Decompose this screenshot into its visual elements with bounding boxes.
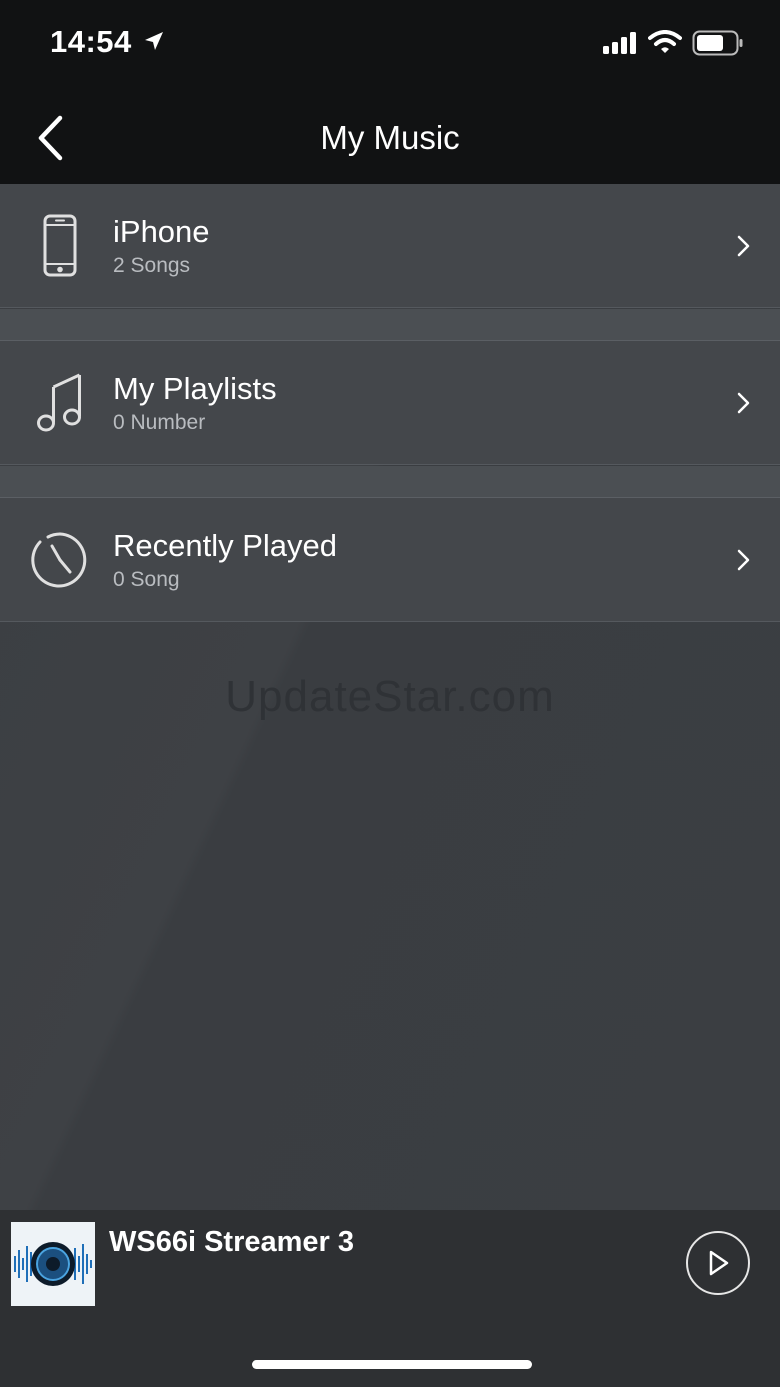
cellular-signal-icon — [603, 32, 636, 54]
album-art[interactable] — [11, 1222, 95, 1306]
location-arrow-icon — [145, 32, 163, 50]
list-item-recently-played[interactable]: Recently Played 0 Song — [0, 498, 780, 622]
play-icon — [709, 1250, 729, 1276]
music-note-icon — [37, 373, 81, 432]
list-item-subtitle: 0 Number — [113, 411, 206, 434]
section-divider — [0, 309, 780, 341]
watermark: UpdateStar.com — [225, 672, 555, 721]
speaker-artwork-icon — [11, 1222, 95, 1306]
music-source-list: iPhone 2 Songs My Playlists 0 Number Rec… — [0, 184, 780, 1210]
home-indicator[interactable] — [252, 1360, 532, 1369]
list-item-title: My Playlists — [113, 371, 277, 406]
chevron-right-icon — [737, 549, 750, 571]
clock-icon — [31, 532, 87, 588]
chevron-right-icon — [737, 392, 750, 414]
status-bar: 14:54 — [0, 0, 780, 88]
back-button[interactable] — [22, 108, 78, 168]
list-item-title: Recently Played — [113, 528, 338, 563]
list-item-subtitle: 0 Song — [113, 568, 180, 591]
mini-player[interactable]: WS66i Streamer 3 — [0, 1210, 780, 1387]
section-divider — [0, 466, 780, 498]
play-button[interactable] — [686, 1231, 750, 1295]
phone-icon — [43, 214, 77, 277]
chevron-right-icon — [737, 235, 750, 257]
chevron-left-icon — [38, 115, 63, 161]
nav-bar: My Music — [0, 88, 780, 184]
now-playing-title: WS66i Streamer 3 — [109, 1226, 355, 1258]
list-item-title: iPhone — [113, 214, 210, 249]
battery-icon — [692, 30, 743, 56]
wifi-icon — [648, 30, 682, 53]
list-item-my-playlists[interactable]: My Playlists 0 Number — [0, 341, 780, 465]
list-item-iphone[interactable]: iPhone 2 Songs — [0, 184, 780, 308]
list-item-subtitle: 2 Songs — [113, 254, 191, 277]
page-title: My Music — [320, 119, 460, 156]
status-time: 14:54 — [50, 24, 132, 59]
